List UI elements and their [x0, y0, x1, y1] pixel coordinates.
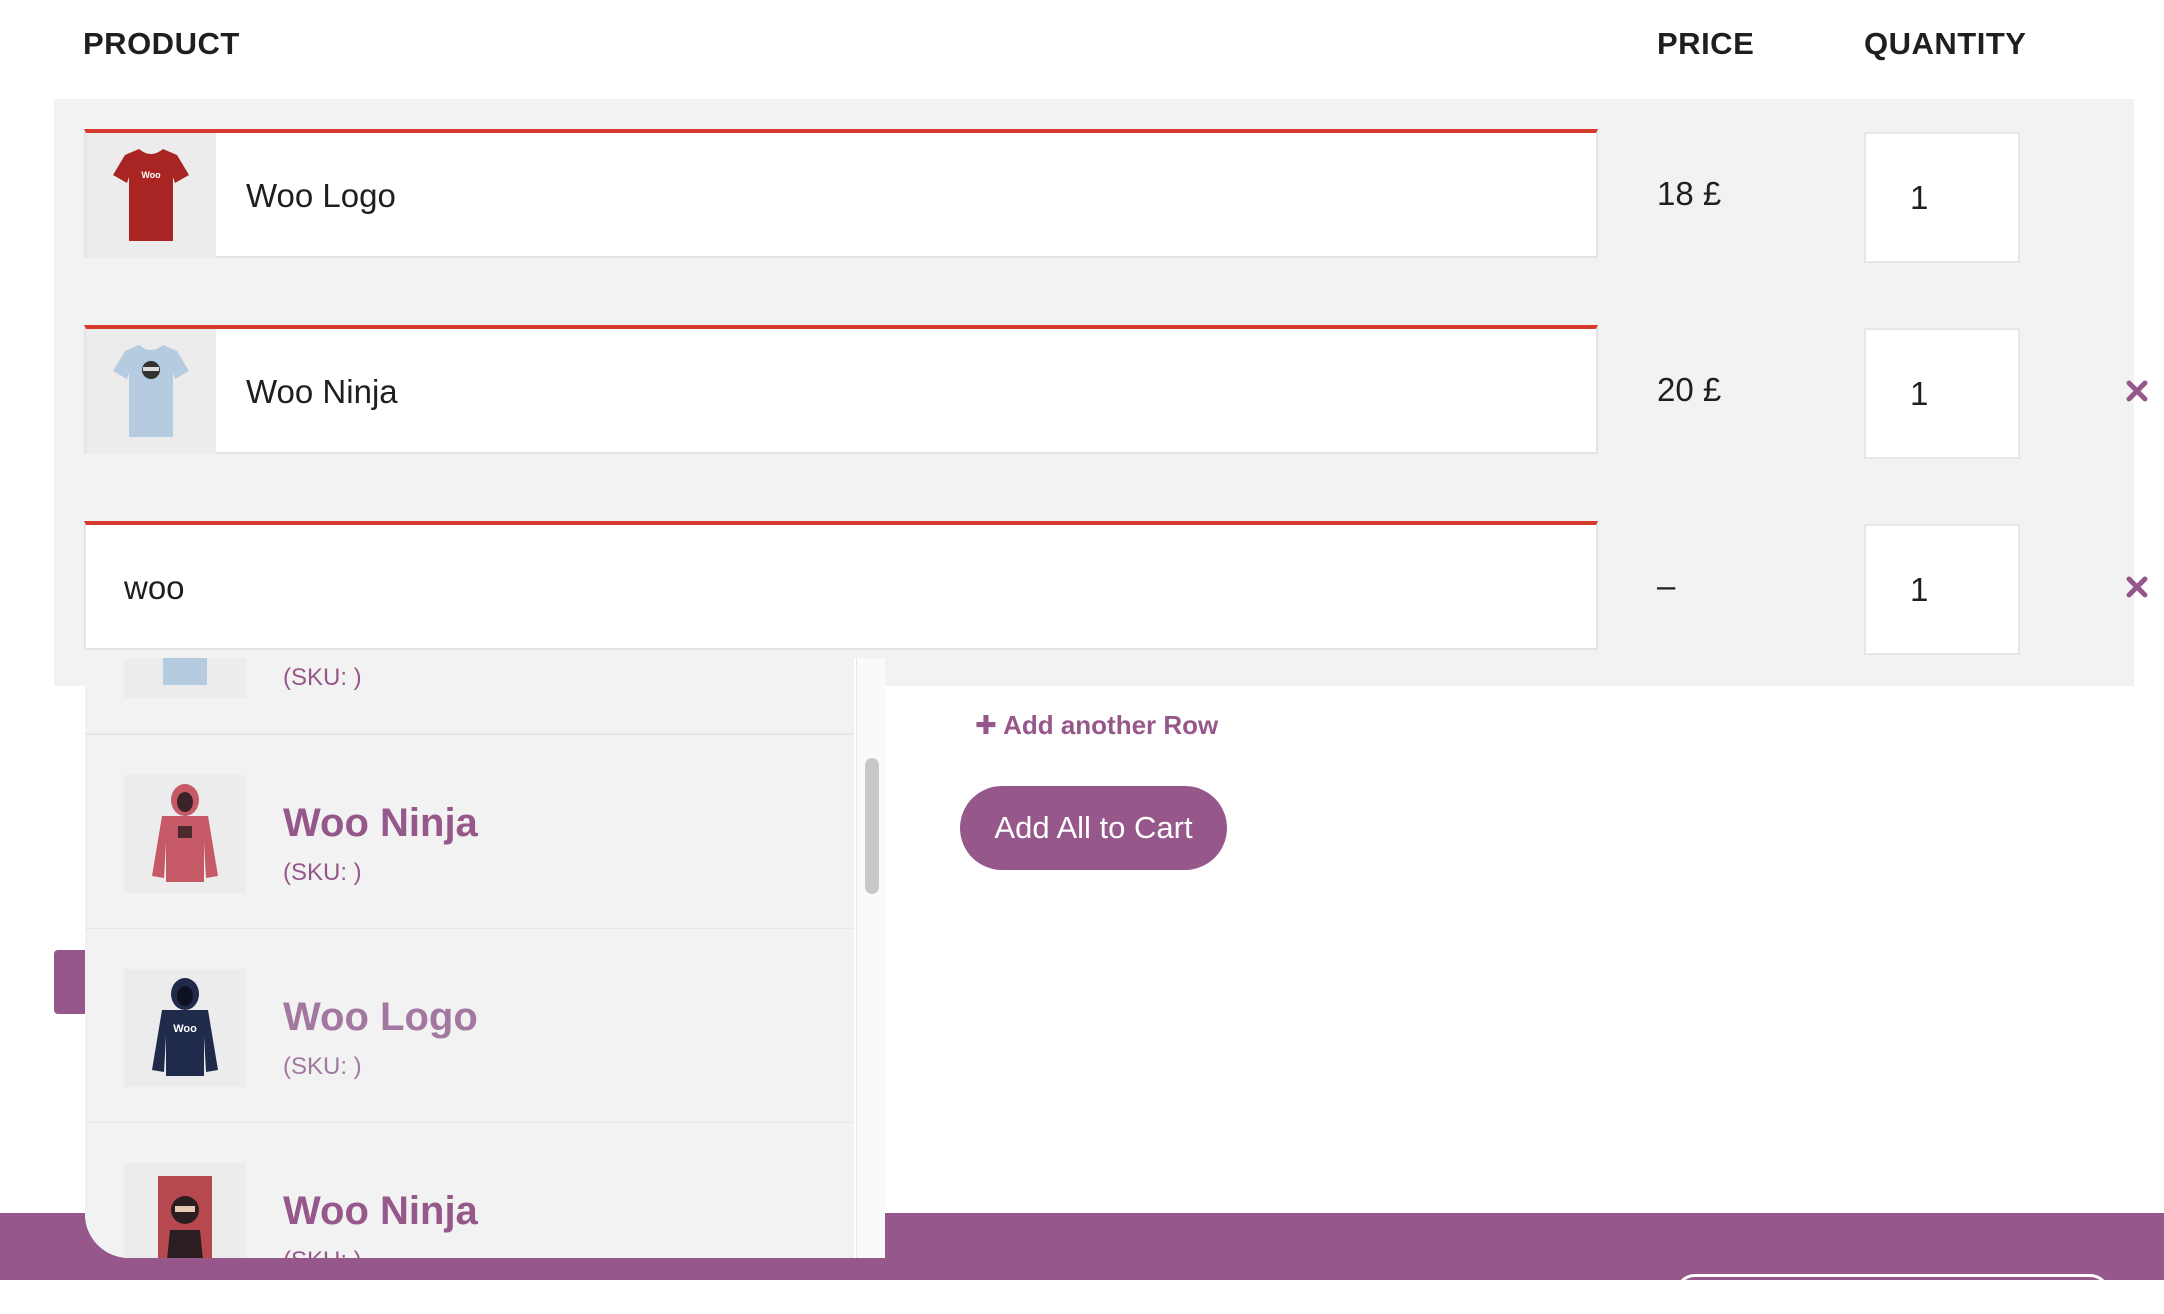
scrollbar-thumb[interactable]: [865, 758, 879, 894]
autocomplete-item[interactable]: Woo Ninja (SKU: ): [85, 1123, 854, 1258]
autocomplete-sku: (SKU: ): [283, 859, 362, 886]
autocomplete-item[interactable]: Woo Woo Logo (SKU: ): [85, 929, 854, 1124]
product-name: Woo Logo: [246, 177, 396, 214]
add-all-to-cart-button[interactable]: Add All to Cart: [960, 786, 1227, 870]
product-select-field[interactable]: Woo Woo Logo: [84, 129, 1598, 258]
product-thumbnail: [124, 775, 246, 893]
svg-text:Woo: Woo: [141, 170, 161, 180]
autocomplete-item-name: Woo Ninja: [283, 1189, 478, 1233]
row-price: 18 £: [1657, 175, 1722, 212]
column-header-price: PRICE: [1657, 26, 1755, 61]
column-header-product: PRODUCT: [83, 26, 240, 61]
product-search-field[interactable]: woo: [84, 521, 1598, 650]
tshirt-icon: Woo: [113, 148, 189, 241]
row-price: –: [1657, 567, 1676, 604]
hoodie-icon: Woo: [152, 978, 218, 1076]
autocomplete-dropdown: (SKU: ) Woo Ninja (SKU: ) Woo Woo Logo (…: [85, 658, 885, 1258]
hoodie-icon: [152, 784, 218, 882]
table-row: woo – 1: [54, 491, 2148, 655]
quantity-input[interactable]: 1: [1864, 524, 2020, 655]
add-another-row-link[interactable]: ✚ Add another Row: [975, 710, 1218, 741]
tshirt-icon: [113, 344, 189, 437]
autocomplete-item-name: Woo Ninja: [283, 801, 478, 845]
autocomplete-item[interactable]: Woo Ninja (SKU: ): [85, 735, 854, 930]
product-select-field[interactable]: Woo Ninja: [84, 325, 1598, 454]
order-table-body: Woo Woo Logo 18 £ 1 Woo Ninja 20 £ 1 woo…: [54, 99, 2148, 686]
svg-text:Woo: Woo: [173, 1023, 197, 1035]
add-row-label: Add another Row: [1003, 710, 1219, 740]
column-header-quantity: QUANTITY: [1864, 26, 2027, 61]
autocomplete-sku: (SKU: ): [283, 1053, 362, 1080]
table-row: Woo Ninja 20 £ 1: [54, 295, 2148, 459]
product-name: Woo Ninja: [246, 373, 398, 410]
product-thumbnail: [124, 1163, 246, 1258]
product-thumbnail: Woo: [86, 133, 216, 258]
footer-button[interactable]: [1675, 1274, 2110, 1314]
product-search-input[interactable]: woo: [124, 525, 185, 650]
autocomplete-item-name: Woo Logo: [283, 995, 478, 1039]
autocomplete-sku: (SKU: ): [283, 1247, 362, 1258]
product-thumbnail: [86, 329, 216, 454]
autocomplete-sku: (SKU: ): [283, 664, 362, 691]
poster-icon: [158, 1176, 212, 1258]
plus-icon: ✚: [975, 710, 997, 740]
autocomplete-list: (SKU: ) Woo Ninja (SKU: ) Woo Woo Logo (…: [85, 658, 854, 1258]
remove-row-icon[interactable]: [2117, 567, 2157, 607]
table-row: Woo Woo Logo 18 £ 1: [54, 99, 2134, 263]
quantity-input[interactable]: 1: [1864, 328, 2020, 459]
product-thumbnail: [124, 658, 246, 698]
remove-row-icon[interactable]: [2117, 371, 2157, 411]
row-price: 20 £: [1657, 371, 1722, 408]
autocomplete-item[interactable]: (SKU: ): [85, 658, 854, 735]
product-thumbnail: Woo: [124, 969, 246, 1087]
dropdown-scrollbar[interactable]: [856, 658, 885, 1258]
quantity-input[interactable]: 1: [1864, 132, 2020, 263]
